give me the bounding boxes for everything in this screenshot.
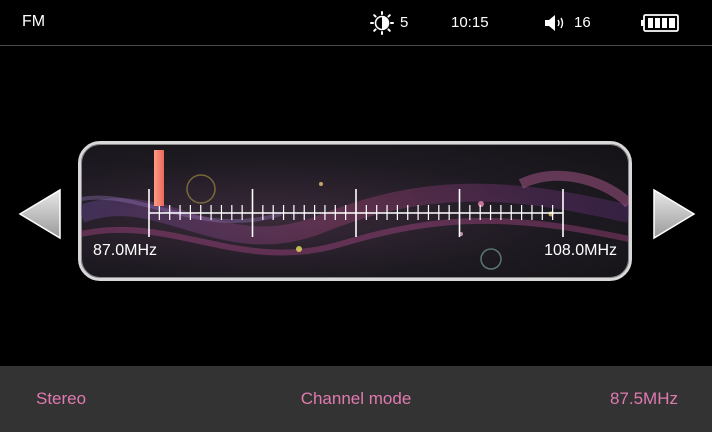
- brightness-icon: [370, 11, 394, 35]
- current-frequency: 87.5MHz: [609, 389, 678, 408]
- status-bar: FM 5 10:15 16: [0, 0, 712, 46]
- app-title: FM: [22, 13, 46, 30]
- brightness-value: 5: [400, 14, 409, 31]
- speaker-icon: [545, 15, 564, 31]
- seek-left-button[interactable]: [17, 188, 63, 240]
- seek-right-button[interactable]: [651, 188, 697, 240]
- clock: 10:15: [451, 14, 489, 31]
- battery-full-icon: [641, 14, 679, 32]
- frequency-max-label: 108.0MHz: [544, 242, 617, 259]
- tuning-needle[interactable]: [153, 150, 164, 206]
- frequency-min-label: 87.0MHz: [93, 242, 158, 259]
- volume-value: 16: [574, 14, 591, 31]
- channel-mode-label[interactable]: Channel mode: [0, 389, 712, 409]
- bottom-info-bar: Stereo Channel mode 87.5MHz: [0, 366, 712, 432]
- tuner-dial[interactable]: 87.0MHz 108.0MHz: [78, 141, 632, 281]
